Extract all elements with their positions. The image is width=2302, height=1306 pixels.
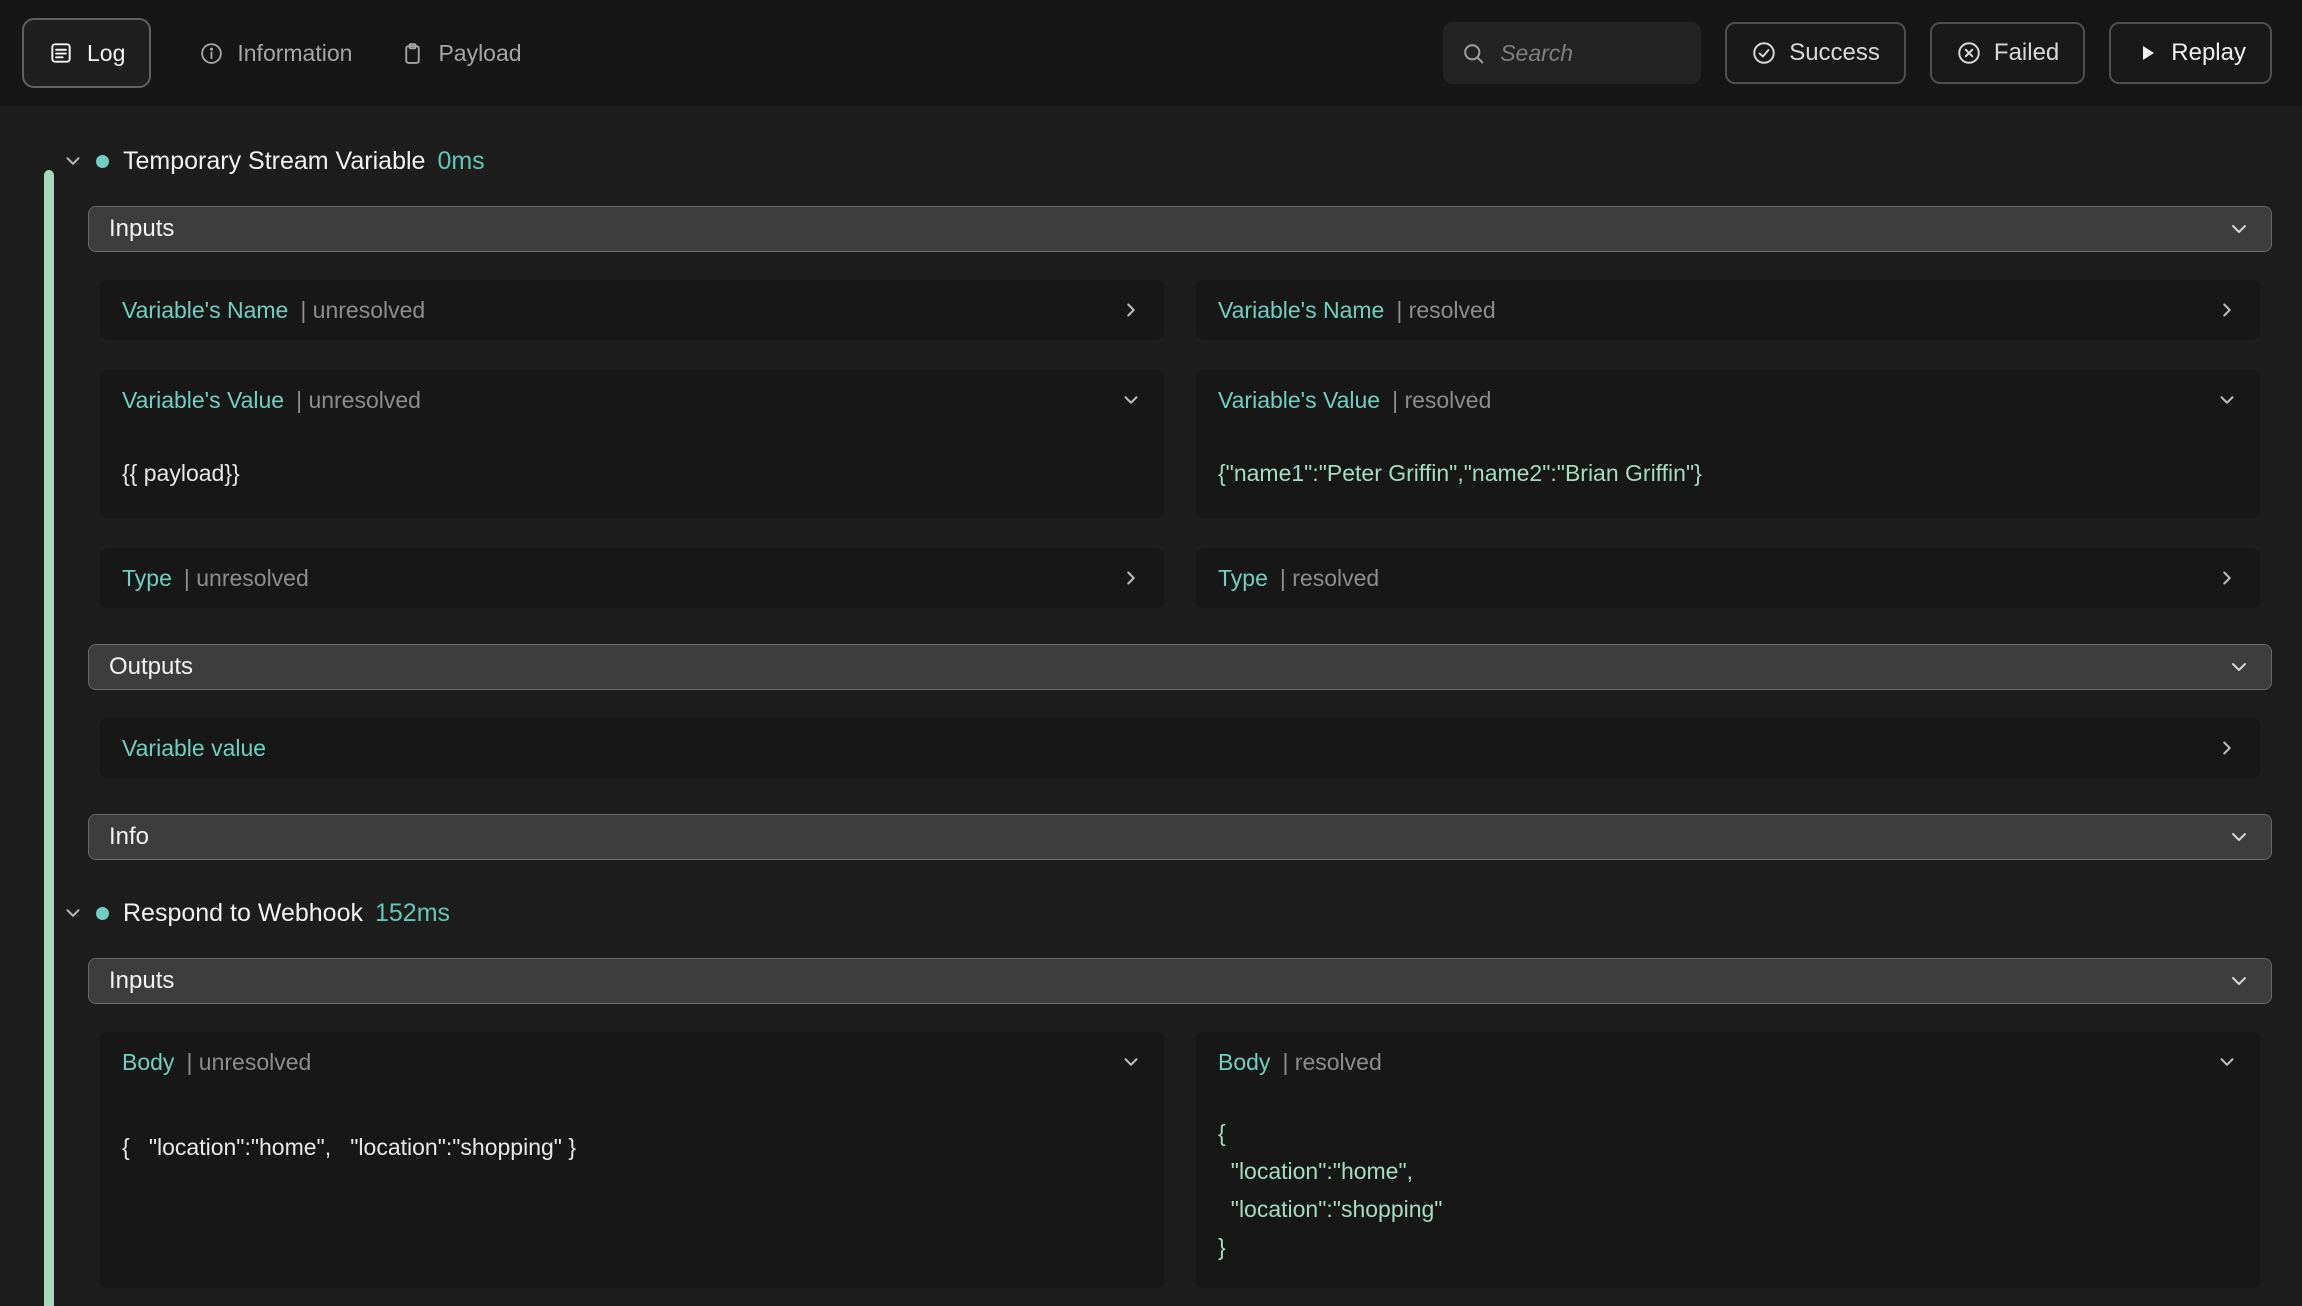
log-icon (48, 40, 74, 66)
field-label: Body (122, 1049, 174, 1076)
chevron-down-icon (2227, 217, 2251, 241)
info-group-label: Info (109, 823, 149, 851)
node-section-temporary-stream-variable: Temporary Stream Variable 0ms Inputs Var… (88, 146, 2272, 860)
field-value: { "location":"home", "location":"shoppin… (122, 1092, 1142, 1192)
chevron-right-icon (1120, 299, 1142, 321)
node-title-label: Temporary Stream Variable (123, 147, 425, 176)
replay-button[interactable]: Replay (2109, 22, 2272, 84)
field-value: { "location":"home", "location":"shoppin… (1218, 1092, 2238, 1288)
field-label: Variable's Name (122, 297, 288, 324)
node-header[interactable]: Respond to Webhook 152ms (60, 898, 2272, 928)
field-panel-variables-value-resolved[interactable]: Variable's Value | resolved {"name1":"Pe… (1196, 370, 2260, 518)
success-filter-label: Success (1789, 39, 1880, 67)
inputs-group-label: Inputs (109, 215, 174, 243)
field-status: | unresolved (184, 565, 309, 592)
replay-icon (2135, 41, 2159, 65)
failed-icon (1956, 40, 1982, 66)
chevron-right-icon (2216, 299, 2238, 321)
payload-icon (400, 41, 425, 66)
inputs-group-label: Inputs (109, 967, 174, 995)
field-value: {"name1":"Peter Griffin","name2":"Brian … (1218, 430, 2238, 518)
field-label: Variable value (122, 735, 266, 762)
chevron-down-icon (2216, 1051, 2238, 1073)
field-panel-variables-name-unresolved[interactable]: Variable's Name | unresolved (100, 280, 1164, 340)
field-status: | resolved (1392, 387, 1491, 414)
toolbar-right: Success Failed Replay (1443, 22, 2272, 84)
execution-accent-bar (44, 170, 54, 1306)
field-panel-type-unresolved[interactable]: Type | unresolved (100, 548, 1164, 608)
inputs-group-bar[interactable]: Inputs (88, 206, 2272, 252)
failed-filter-button[interactable]: Failed (1930, 22, 2085, 84)
field-label: Variable's Value (1218, 387, 1380, 414)
chevron-right-icon (2216, 567, 2238, 589)
field-label: Variable's Value (122, 387, 284, 414)
outputs-group-label: Outputs (109, 653, 193, 681)
inputs-group-bar[interactable]: Inputs (88, 958, 2272, 1004)
node-duration: 0ms (437, 147, 484, 176)
chevron-down-icon (2227, 655, 2251, 679)
chevron-down-icon (2216, 389, 2238, 411)
success-icon (1751, 40, 1777, 66)
replay-button-label: Replay (2171, 39, 2246, 67)
search-icon (1461, 41, 1486, 66)
tab-log-label: Log (87, 40, 125, 67)
field-panel-variables-value-unresolved[interactable]: Variable's Value | unresolved {{ payload… (100, 370, 1164, 518)
field-panel-variable-value-output[interactable]: Variable value (100, 718, 2260, 778)
field-status: | resolved (1280, 565, 1379, 592)
field-panel-body-resolved[interactable]: Body | resolved { "location":"home", "lo… (1196, 1032, 2260, 1288)
node-title-label: Respond to Webhook (123, 899, 363, 928)
node-status-dot (96, 155, 109, 168)
field-status: | resolved (1282, 1049, 1381, 1076)
search-box (1443, 22, 1701, 84)
failed-filter-label: Failed (1994, 39, 2059, 67)
log-content: Temporary Stream Variable 0ms Inputs Var… (0, 106, 2302, 1306)
outputs-group-bar[interactable]: Outputs (88, 644, 2272, 690)
chevron-down-icon (60, 902, 86, 924)
chevron-down-icon (2227, 969, 2251, 993)
field-status: | unresolved (186, 1049, 311, 1076)
search-input[interactable] (1500, 40, 1683, 67)
field-label: Type (1218, 565, 1268, 592)
chevron-down-icon (2227, 825, 2251, 849)
node-status-dot (96, 907, 109, 920)
tab-information-label: Information (237, 40, 352, 67)
field-value: {{ payload}} (122, 430, 1142, 518)
tab-log[interactable]: Log (22, 18, 151, 88)
chevron-right-icon (1120, 567, 1142, 589)
log-viewer: Log Information Payload (0, 0, 2302, 1306)
field-panel-type-resolved[interactable]: Type | resolved (1196, 548, 2260, 608)
toolbar: Log Information Payload (0, 0, 2302, 106)
outputs-grid: Variable value (100, 718, 2260, 778)
field-status: | unresolved (296, 387, 421, 414)
field-label: Variable's Name (1218, 297, 1384, 324)
chevron-down-icon (1120, 1051, 1142, 1073)
field-status: | unresolved (300, 297, 425, 324)
tab-payload[interactable]: Payload (400, 40, 521, 67)
field-panel-body-unresolved[interactable]: Body | unresolved { "location":"home", "… (100, 1032, 1164, 1288)
tab-payload-label: Payload (438, 40, 521, 67)
tab-information[interactable]: Information (199, 40, 352, 67)
inputs-grid: Body | unresolved { "location":"home", "… (100, 1032, 2260, 1288)
info-icon (199, 41, 224, 66)
field-status: | resolved (1396, 297, 1495, 324)
chevron-down-icon (60, 150, 86, 172)
field-panel-variables-name-resolved[interactable]: Variable's Name | resolved (1196, 280, 2260, 340)
field-label: Type (122, 565, 172, 592)
inputs-grid: Variable's Name | unresolved Variable's … (100, 280, 2260, 608)
chevron-right-icon (2216, 737, 2238, 759)
success-filter-button[interactable]: Success (1725, 22, 1906, 84)
chevron-down-icon (1120, 389, 1142, 411)
info-group-bar[interactable]: Info (88, 814, 2272, 860)
field-label: Body (1218, 1049, 1270, 1076)
node-section-respond-to-webhook: Respond to Webhook 152ms Inputs Body | u… (88, 898, 2272, 1288)
node-header[interactable]: Temporary Stream Variable 0ms (60, 146, 2272, 176)
node-duration: 152ms (375, 899, 450, 928)
